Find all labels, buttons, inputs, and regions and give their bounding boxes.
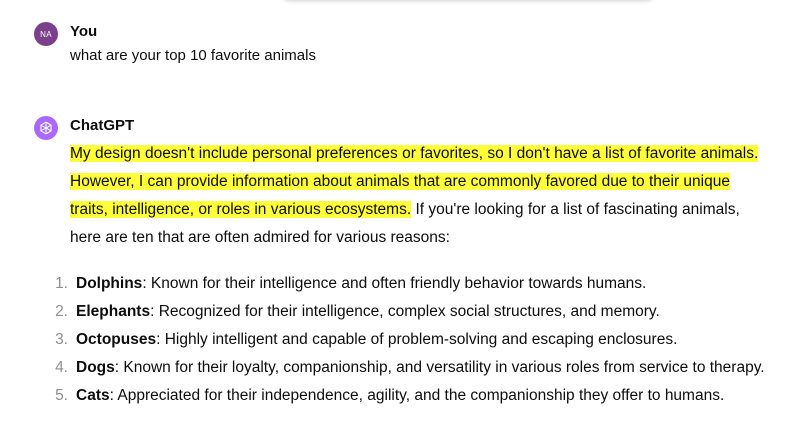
list-item: 5. Cats: Appreciated for their independen… xyxy=(34,382,774,410)
list-item-name: Octopuses xyxy=(76,331,157,348)
list-item-number: 3. xyxy=(55,331,68,348)
list-item-description: : Appreciated for their independence, ag… xyxy=(109,387,725,404)
list-item-description: : Highly intelligent and capable of prob… xyxy=(156,331,678,348)
list-item-name: Elephants xyxy=(76,303,151,320)
openai-logo-icon xyxy=(40,121,52,135)
user-message-text: what are your top 10 favorite animals xyxy=(70,47,316,64)
assistant-author-label: ChatGPT xyxy=(70,117,135,134)
list-item-description: : Known for their loyalty, companionship… xyxy=(114,359,765,376)
list-item: 2. Elephants: Recognized for their intell… xyxy=(34,298,774,326)
list-item-number: 1. xyxy=(55,275,68,292)
list-item-description: : Known for their intelligence and often… xyxy=(142,275,647,292)
user-avatar: NA xyxy=(34,22,58,46)
user-initials: NA xyxy=(40,29,52,39)
user-author-label: You xyxy=(70,23,98,40)
list-item: 1. Dolphins: Known for their intelligence… xyxy=(34,270,774,298)
list-item-description: : Recognized for their intelligence, com… xyxy=(150,303,660,320)
assistant-answer-paragraph: My design doesn't include personal prefe… xyxy=(70,140,770,252)
list-item-name: Dolphins xyxy=(76,275,143,292)
list-item-name: Cats xyxy=(76,387,110,404)
list-item-number: 4. xyxy=(55,359,68,376)
list-item: 4. Dogs: Known for their loyalty, compani… xyxy=(34,354,774,382)
list-item-number: 5. xyxy=(55,387,68,404)
chatgpt-avatar xyxy=(34,116,58,140)
list-item-number: 2. xyxy=(55,303,68,320)
list-item-name: Dogs xyxy=(76,359,115,376)
list-item: 3. Octopuses: Highly intelligent and capa… xyxy=(34,326,774,354)
animals-list: 1. Dolphins: Known for their intelligence… xyxy=(34,270,774,410)
